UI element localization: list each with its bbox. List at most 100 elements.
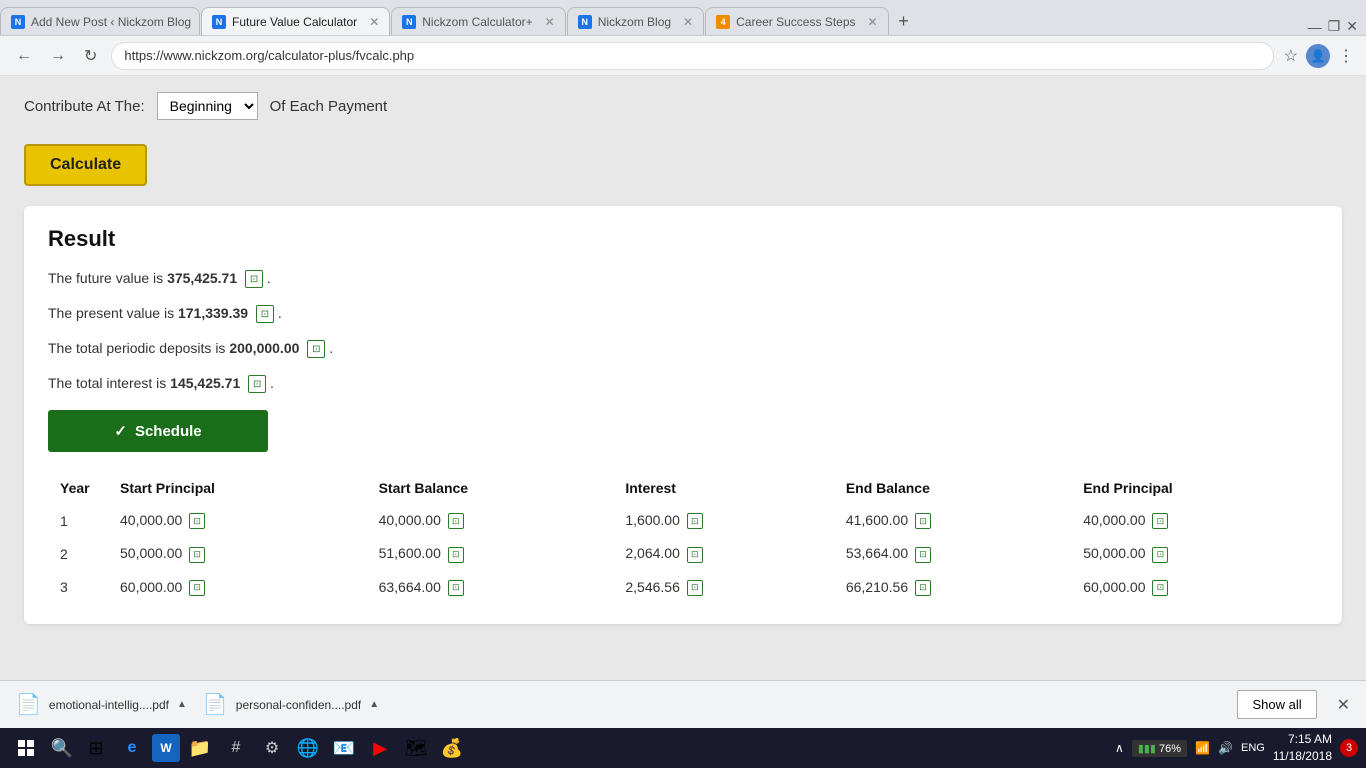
menu-icon[interactable]: ⋮ (1338, 46, 1354, 66)
contribute-suffix: Of Each Payment (270, 98, 388, 115)
taskbar-chrome[interactable]: 🌐 (292, 732, 324, 764)
back-button[interactable]: ← (12, 43, 36, 69)
tab-favicon-2: N (212, 15, 226, 29)
tab-close-3[interactable]: ✕ (539, 15, 555, 29)
download-name-2: personal-confiden....pdf (236, 698, 361, 712)
copy-icon-end_principal[interactable]: ⊡ (1152, 547, 1168, 563)
copy-icon-start_balance[interactable]: ⊡ (448, 547, 464, 563)
show-all-button[interactable]: Show all (1237, 690, 1316, 719)
col-interest: Interest (613, 472, 833, 504)
deposits-value: 200,000.00 (229, 340, 299, 356)
present-value-copy-icon[interactable]: ⊡ (256, 305, 274, 323)
lang-indicator[interactable]: ENG (1241, 742, 1265, 754)
present-value-suffix: . (278, 305, 282, 321)
clock: 7:15 AM 11/18/2018 (1273, 731, 1332, 765)
calculate-button[interactable]: Calculate (24, 144, 147, 186)
copy-icon-end_principal[interactable]: ⊡ (1152, 580, 1168, 596)
tab-label-5: Career Success Steps (736, 15, 855, 29)
download-item-1: 📄 emotional-intellig....pdf ▲ (16, 692, 187, 717)
tab-favicon-1: N (11, 15, 25, 29)
taskbar-settings[interactable]: ⚙ (256, 732, 288, 764)
interest-value: 145,425.71 (170, 375, 240, 391)
table-row: 360,000.00 ⊡63,664.00 ⊡2,546.56 ⊡66,210.… (48, 571, 1318, 604)
minimize-button[interactable]: — (1308, 19, 1322, 35)
notification-badge[interactable]: 3 (1340, 739, 1358, 757)
col-year: Year (48, 472, 108, 504)
battery-bar: ▮▮▮ (1138, 743, 1156, 755)
cell-end_balance: 66,210.56 ⊡ (834, 571, 1071, 604)
deposits-line: The total periodic deposits is 200,000.0… (48, 338, 1318, 359)
download-bar-close-icon[interactable]: ✕ (1337, 695, 1350, 715)
cell-year: 1 (48, 504, 108, 537)
taskbar-calculator[interactable]: # (220, 732, 252, 764)
tab-add-new-post[interactable]: N Add New Post ‹ Nickzom Blog ✕ (0, 7, 200, 35)
tab-label-3: Nickzom Calculator+ (422, 15, 532, 29)
browser-frame: N Add New Post ‹ Nickzom Blog ✕ N Future… (0, 0, 1366, 768)
copy-icon-end_balance[interactable]: ⊡ (915, 580, 931, 596)
tab-label-4: Nickzom Blog (598, 15, 671, 29)
download-file-icon-1: 📄 (16, 692, 41, 717)
future-value: 375,425.71 (167, 270, 237, 286)
tab-career-success[interactable]: 4 Career Success Steps ✕ (705, 7, 888, 35)
tray-arrow[interactable]: ∧ (1115, 741, 1124, 755)
refresh-button[interactable]: ↻ (80, 42, 101, 70)
copy-icon-interest[interactable]: ⊡ (687, 547, 703, 563)
taskbar-email[interactable]: 📧 (328, 732, 360, 764)
deposits-copy-icon[interactable]: ⊡ (307, 340, 325, 358)
tab-close-5[interactable]: ✕ (862, 15, 878, 29)
tab-close-2[interactable]: ✕ (363, 15, 379, 29)
copy-icon-start_balance[interactable]: ⊡ (448, 513, 464, 529)
tab-close-1[interactable]: ✕ (197, 15, 200, 29)
tab-favicon-4: N (578, 15, 592, 29)
future-value-copy-icon[interactable]: ⊡ (245, 270, 263, 288)
tab-close-4[interactable]: ✕ (677, 15, 693, 29)
new-tab-button[interactable]: + (890, 7, 918, 35)
restore-button[interactable]: ❐ (1328, 18, 1341, 35)
volume-icon: 🔊 (1218, 741, 1233, 755)
cell-interest: 2,064.00 ⊡ (613, 537, 833, 570)
start-button[interactable] (8, 730, 44, 766)
bookmark-icon[interactable]: ☆ (1284, 46, 1298, 66)
interest-copy-icon[interactable]: ⊡ (248, 375, 266, 393)
schedule-button[interactable]: ✓ Schedule (48, 410, 268, 452)
close-button[interactable]: ✕ (1346, 18, 1358, 35)
profile-icon[interactable]: 👤 (1306, 44, 1330, 68)
download-arrow-2[interactable]: ▲ (369, 699, 379, 710)
interest-suffix: . (270, 375, 274, 391)
copy-icon-interest[interactable]: ⊡ (687, 580, 703, 596)
tab-nickzom-blog[interactable]: N Nickzom Blog ✕ (567, 7, 704, 35)
copy-icon-start_principal[interactable]: ⊡ (189, 513, 205, 529)
result-title: Result (48, 226, 1318, 252)
taskbar-edge[interactable]: e (116, 732, 148, 764)
download-file-icon-2: 📄 (203, 692, 228, 717)
taskbar-maps[interactable]: 🗺 (400, 732, 432, 764)
download-arrow-1[interactable]: ▲ (177, 699, 187, 710)
copy-icon-start_principal[interactable]: ⊡ (189, 580, 205, 596)
tab-nickzom-plus[interactable]: N Nickzom Calculator+ ✕ (391, 7, 565, 35)
cell-end_principal: 50,000.00 ⊡ (1071, 537, 1318, 570)
tab-favicon-5: 4 (716, 15, 730, 29)
copy-icon-end_principal[interactable]: ⊡ (1152, 513, 1168, 529)
taskbar-word[interactable]: W (152, 734, 180, 762)
copy-icon-start_balance[interactable]: ⊡ (448, 580, 464, 596)
taskbar-money[interactable]: 💰 (436, 732, 468, 764)
contribute-select[interactable]: Beginning End (157, 92, 258, 120)
tab-future-value[interactable]: N Future Value Calculator ✕ (201, 7, 390, 35)
copy-icon-start_principal[interactable]: ⊡ (189, 547, 205, 563)
copy-icon-interest[interactable]: ⊡ (687, 513, 703, 529)
cell-start_balance: 63,664.00 ⊡ (367, 571, 614, 604)
copy-icon-end_balance[interactable]: ⊡ (915, 513, 931, 529)
taskbar-search[interactable]: 🔍 (48, 732, 76, 764)
taskbar-play[interactable]: ▶ (364, 732, 396, 764)
forward-button[interactable]: → (46, 43, 70, 69)
address-input[interactable] (111, 42, 1273, 70)
present-value: 171,339.39 (178, 305, 248, 321)
taskbar-task-view[interactable]: ⊞ (80, 732, 112, 764)
taskbar-files[interactable]: 📁 (184, 732, 216, 764)
cell-end_principal: 60,000.00 ⊡ (1071, 571, 1318, 604)
col-start-principal: Start Principal (108, 472, 367, 504)
system-tray: ∧ ▮▮▮ 76% 📶 🔊 ENG 7:15 AM 11/18/2018 3 (1115, 731, 1358, 765)
cell-year: 2 (48, 537, 108, 570)
copy-icon-end_balance[interactable]: ⊡ (915, 547, 931, 563)
page-content: Contribute At The: Beginning End Of Each… (0, 76, 1366, 728)
